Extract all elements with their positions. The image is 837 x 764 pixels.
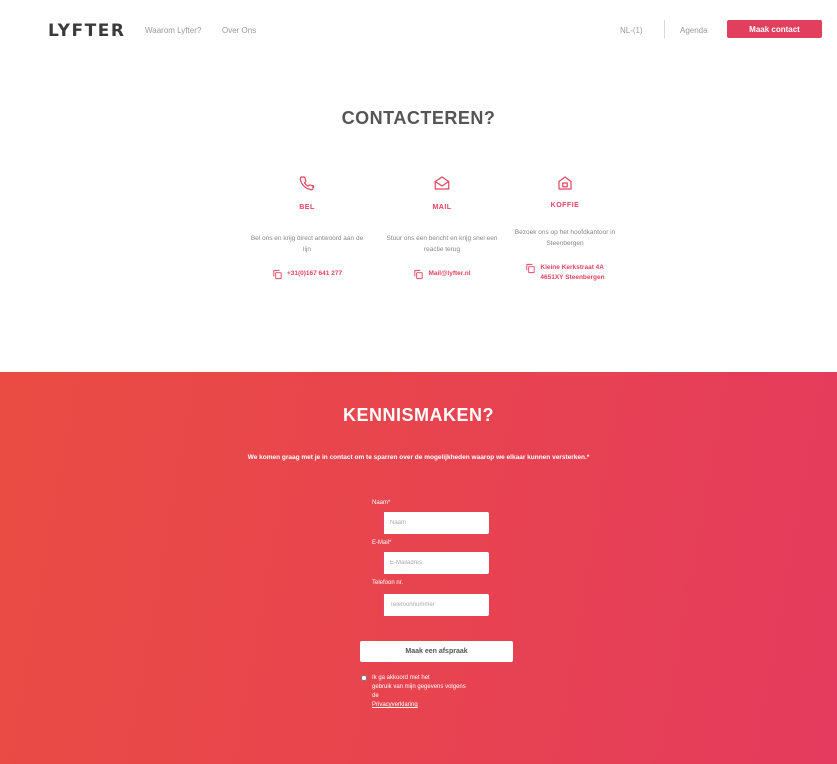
contact-label-koffie: KOFFIE bbox=[550, 202, 580, 209]
address-link[interactable]: Kleine Kerkstraat 4A 4651XY Steenbergen bbox=[540, 263, 604, 283]
email-input[interactable] bbox=[382, 552, 489, 574]
consent-text: Ik ga akkoord met het gebruik van mijn g… bbox=[372, 674, 472, 710]
copy-icon[interactable] bbox=[413, 269, 424, 280]
phone-link[interactable]: +31(0)167 641 277 bbox=[287, 269, 342, 279]
email-label: E-Mail* bbox=[372, 540, 392, 546]
submit-button[interactable]: Maak een afspraak bbox=[360, 641, 513, 662]
contact-button[interactable]: Maak contact bbox=[727, 20, 822, 38]
contact-column-bel: BEL Bel ons en krijg direct antwoord aan… bbox=[247, 174, 367, 280]
name-label: Naam* bbox=[372, 500, 391, 506]
address-line-2[interactable]: 4651XY Steenbergen bbox=[540, 273, 604, 283]
consent-line-1: Ik ga akkoord met het bbox=[372, 675, 430, 681]
phone-link-row[interactable]: +31(0)167 641 277 bbox=[247, 269, 367, 280]
mail-icon bbox=[434, 176, 450, 190]
copy-icon[interactable] bbox=[525, 263, 536, 274]
mail-link-row[interactable]: Mail@lyfter.nl bbox=[382, 269, 502, 280]
nav-link-agenda[interactable]: Agenda bbox=[680, 26, 708, 35]
consent-line-2: gebruik van mijn gegevens bbox=[372, 684, 444, 690]
mail-link[interactable]: Mail@lyfter.nl bbox=[428, 269, 470, 279]
phone-label: Telefoon nr. bbox=[372, 580, 404, 586]
site-header: LYFTER Waarom Lyfter? Over Ons NL-(1) Ag… bbox=[0, 0, 837, 62]
contact-title: CONTACTEREN? bbox=[341, 108, 496, 128]
contact-label-mail: MAIL bbox=[432, 204, 452, 211]
kennismaken-title: KENNISMAKEN? bbox=[342, 405, 494, 425]
logo[interactable]: LYFTER bbox=[48, 21, 125, 41]
contact-desc-koffie: Bezoek ons op het hoofdkantoor in Steenb… bbox=[514, 229, 616, 247]
name-input[interactable] bbox=[382, 512, 489, 534]
language-switch[interactable]: NL-(1) bbox=[620, 26, 643, 35]
privacy-link[interactable]: Privacyverklaring bbox=[372, 702, 418, 708]
address-line-1[interactable]: Kleine Kerkstraat 4A bbox=[540, 263, 604, 273]
nav-divider bbox=[664, 20, 665, 38]
address-link-row[interactable]: Kleine Kerkstraat 4A 4651XY Steenbergen bbox=[505, 263, 625, 283]
home-icon bbox=[558, 176, 572, 190]
contact-label-bel: BEL bbox=[299, 204, 315, 211]
phone-input[interactable] bbox=[382, 594, 489, 616]
contact-desc-bel: Bel ons en krijg direct antwoord aan de … bbox=[250, 235, 364, 253]
contact-column-koffie: KOFFIE Bezoek ons op het hoofdkantoor in… bbox=[505, 174, 625, 283]
contact-column-mail: MAIL Stuur ons een bericht en krijg snel… bbox=[382, 174, 502, 280]
phone-icon bbox=[299, 176, 315, 191]
consent-checkbox[interactable] bbox=[361, 675, 367, 681]
nav-link-over-ons[interactable]: Over Ons bbox=[222, 26, 256, 35]
nav-link-waarom[interactable]: Waarom Lyfter? bbox=[145, 26, 201, 35]
kennismaken-subtitle: We komen graag met je in contact om te s… bbox=[247, 454, 590, 461]
contact-desc-mail: Stuur ons een bericht en krijg snel een … bbox=[386, 235, 498, 253]
copy-icon[interactable] bbox=[272, 269, 283, 280]
